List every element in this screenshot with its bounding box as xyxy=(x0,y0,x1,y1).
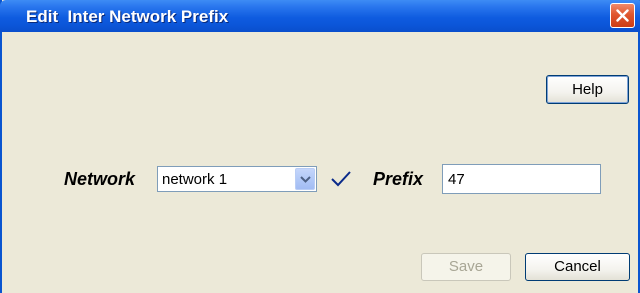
edit-prefix-dialog: Edit Inter Network Prefix Help Network n… xyxy=(0,0,640,293)
chevron-down-icon xyxy=(300,176,311,183)
dialog-title: Edit Inter Network Prefix xyxy=(26,7,229,26)
help-button[interactable]: Help xyxy=(546,75,629,104)
save-button[interactable]: Save xyxy=(421,253,511,281)
prefix-input[interactable]: 47 xyxy=(442,164,601,194)
network-select[interactable]: network 1 xyxy=(157,166,317,192)
prefix-input-value: 47 xyxy=(448,171,465,188)
prefix-label: Prefix xyxy=(373,169,424,189)
network-dropdown-button[interactable] xyxy=(295,168,315,190)
cancel-button-label: Cancel xyxy=(554,258,601,275)
help-button-label: Help xyxy=(572,81,603,98)
network-label: Network xyxy=(64,169,136,189)
network-select-value: network 1 xyxy=(162,171,228,188)
close-icon xyxy=(616,9,629,22)
save-button-label: Save xyxy=(448,258,484,275)
checkmark-icon xyxy=(331,171,351,187)
cancel-button[interactable]: Cancel xyxy=(525,253,630,281)
close-button[interactable] xyxy=(610,3,635,28)
title-bar[interactable]: Edit Inter Network Prefix xyxy=(0,0,640,32)
